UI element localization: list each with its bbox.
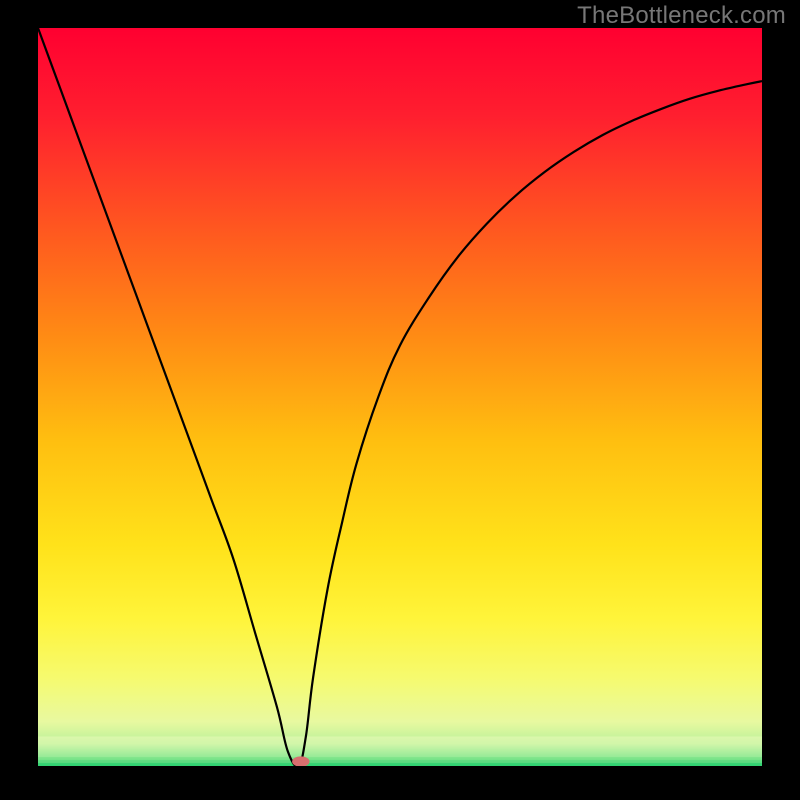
watermark-text: TheBottleneck.com (577, 2, 786, 30)
chart-background (38, 28, 762, 766)
chart-bottom-bands (38, 736, 762, 766)
chart-svg (38, 28, 762, 766)
chart-frame: TheBottleneck.com (0, 0, 800, 800)
chart-plot (38, 28, 762, 766)
